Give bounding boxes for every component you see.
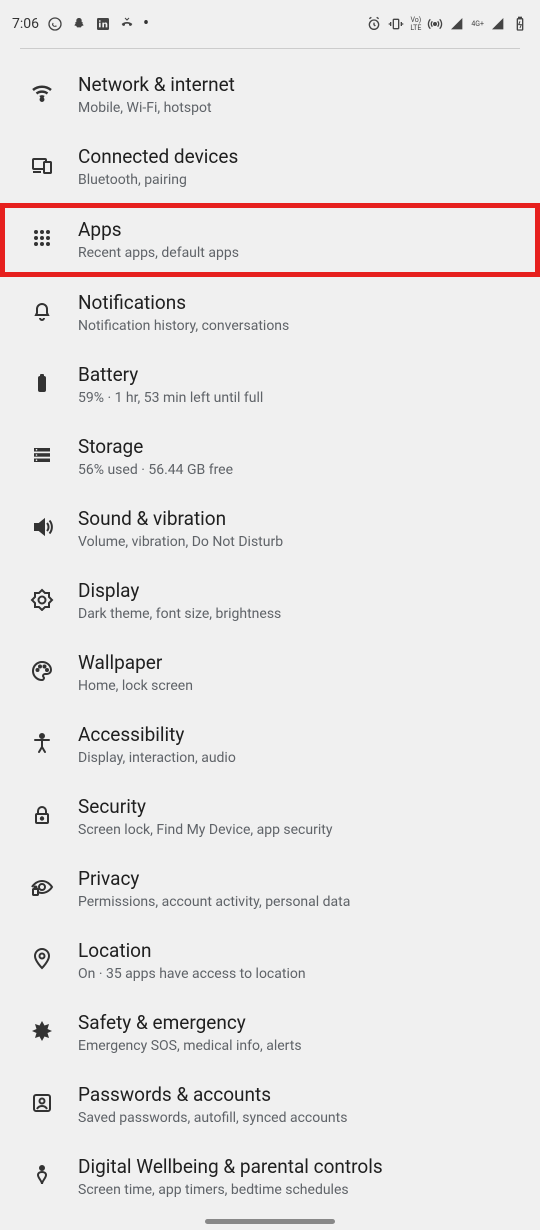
settings-item-location[interactable]: Location On · 35 apps have access to loc… <box>0 925 540 997</box>
more-notifications-dot: • <box>143 19 149 29</box>
settings-item-storage[interactable]: Storage 56% used · 56.44 GB free <box>0 421 540 493</box>
item-sub: Display, interaction, audio <box>78 749 516 767</box>
hotspot-icon <box>427 16 443 32</box>
alarm-icon <box>366 16 382 32</box>
item-sub: Notification history, conversations <box>78 317 516 335</box>
settings-item-connected-devices[interactable]: Connected devices Bluetooth, pairing <box>0 131 540 203</box>
item-sub: Dark theme, font size, brightness <box>78 605 516 623</box>
settings-item-battery[interactable]: Battery 59% · 1 hr, 53 min left until fu… <box>0 349 540 421</box>
linkedin-icon <box>95 16 111 32</box>
settings-item-apps[interactable]: Apps Recent apps, default apps <box>0 203 540 277</box>
settings-item-passwords[interactable]: Passwords & accounts Saved passwords, au… <box>0 1069 540 1141</box>
item-title: Safety & emergency <box>78 1011 516 1035</box>
item-title: Wallpaper <box>78 651 516 675</box>
bell-icon <box>24 293 60 329</box>
brightness-icon <box>24 581 60 617</box>
item-title: Network & internet <box>78 73 516 97</box>
settings-item-sound[interactable]: Sound & vibration Volume, vibration, Do … <box>0 493 540 565</box>
signal-icon-1 <box>449 16 465 32</box>
item-title: Security <box>78 795 516 819</box>
item-title: Apps <box>78 218 516 242</box>
settings-item-security[interactable]: Security Screen lock, Find My Device, ap… <box>0 781 540 853</box>
settings-item-wallpaper[interactable]: Wallpaper Home, lock screen <box>0 637 540 709</box>
item-title: Sound & vibration <box>78 507 516 531</box>
battery-charging-icon <box>512 16 528 32</box>
settings-item-network[interactable]: Network & internet Mobile, Wi-Fi, hotspo… <box>0 59 540 131</box>
vibrate-icon <box>388 16 404 32</box>
settings-item-notifications[interactable]: Notifications Notification history, conv… <box>0 277 540 349</box>
status-right: Vo)LTE 4G+ <box>366 16 528 32</box>
item-title: Digital Wellbeing & parental controls <box>78 1155 516 1179</box>
location-pin-icon <box>24 941 60 977</box>
devices-icon <box>24 147 60 183</box>
item-sub: On · 35 apps have access to location <box>78 965 516 983</box>
settings-list: Network & internet Mobile, Wi-Fi, hotspo… <box>0 53 540 1213</box>
snapchat-icon <box>71 16 87 32</box>
item-sub: Mobile, Wi-Fi, hotspot <box>78 99 516 117</box>
settings-item-display[interactable]: Display Dark theme, font size, brightnes… <box>0 565 540 637</box>
accessibility-icon <box>24 725 60 761</box>
item-sub: 59% · 1 hr, 53 min left until full <box>78 389 516 407</box>
item-sub: Recent apps, default apps <box>78 244 516 262</box>
settings-item-safety[interactable]: Safety & emergency Emergency SOS, medica… <box>0 997 540 1069</box>
network-4g-badge: 4G+ <box>471 20 484 28</box>
item-sub: Screen lock, Find My Device, app securit… <box>78 821 516 839</box>
status-bar: 7:06 • Vo)LTE 4G+ <box>0 0 540 48</box>
item-title: Privacy <box>78 867 516 891</box>
privacy-eye-icon <box>24 869 60 905</box>
battery-icon <box>24 365 60 401</box>
status-left: 7:06 • <box>12 16 149 32</box>
item-title: Display <box>78 579 516 603</box>
volume-icon <box>24 509 60 545</box>
whatsapp-icon <box>47 16 63 32</box>
item-sub: Bluetooth, pairing <box>78 171 516 189</box>
item-title: Location <box>78 939 516 963</box>
status-time: 7:06 <box>12 16 39 32</box>
item-sub: Emergency SOS, medical info, alerts <box>78 1037 516 1055</box>
item-title: Storage <box>78 435 516 459</box>
volte-indicator: Vo)LTE <box>410 16 421 32</box>
apps-grid-icon <box>24 220 60 256</box>
item-sub: Home, lock screen <box>78 677 516 695</box>
item-title: Passwords & accounts <box>78 1083 516 1107</box>
item-sub: Volume, vibration, Do Not Disturb <box>78 533 516 551</box>
divider <box>20 48 520 49</box>
settings-item-accessibility[interactable]: Accessibility Display, interaction, audi… <box>0 709 540 781</box>
settings-item-privacy[interactable]: Privacy Permissions, account activity, p… <box>0 853 540 925</box>
emergency-icon <box>24 1013 60 1049</box>
item-sub: 56% used · 56.44 GB free <box>78 461 516 479</box>
item-sub: Permissions, account activity, personal … <box>78 893 516 911</box>
wellbeing-icon <box>24 1157 60 1193</box>
settings-item-digital-wellbeing[interactable]: Digital Wellbeing & parental controls Sc… <box>0 1141 540 1213</box>
signal-icon-2 <box>490 16 506 32</box>
item-sub: Screen time, app timers, bedtime schedul… <box>78 1181 516 1199</box>
item-title: Notifications <box>78 291 516 315</box>
storage-icon <box>24 437 60 473</box>
nav-handle[interactable] <box>205 1219 335 1224</box>
wifi-icon <box>24 75 60 111</box>
lock-icon <box>24 797 60 833</box>
palette-icon <box>24 653 60 689</box>
item-title: Accessibility <box>78 723 516 747</box>
account-box-icon <box>24 1085 60 1121</box>
missed-call-icon <box>119 16 135 32</box>
item-title: Battery <box>78 363 516 387</box>
item-sub: Saved passwords, autofill, synced accoun… <box>78 1109 516 1127</box>
item-title: Connected devices <box>78 145 516 169</box>
